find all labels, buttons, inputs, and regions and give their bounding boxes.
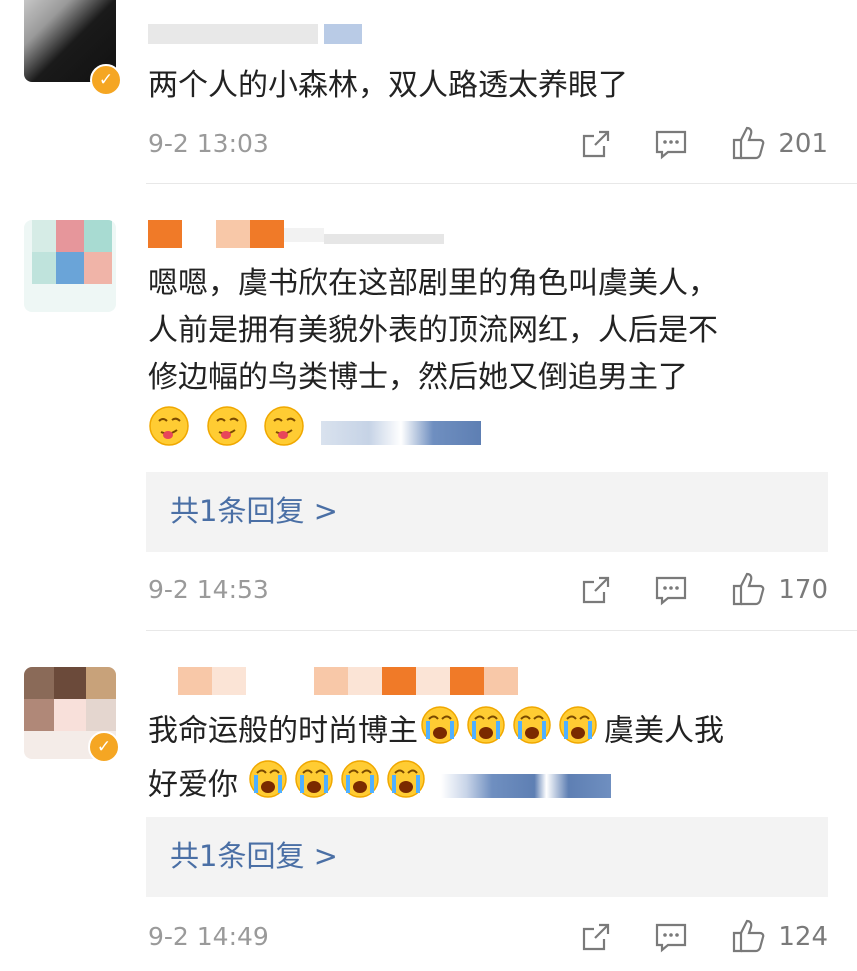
avatar[interactable]: ✓ xyxy=(24,0,122,96)
like-count: 170 xyxy=(778,575,828,605)
comment-icon[interactable] xyxy=(654,128,688,164)
reply-box[interactable]: 共1条回复 > xyxy=(146,472,828,552)
comment-icon[interactable] xyxy=(654,921,688,957)
share-icon[interactable] xyxy=(580,128,612,164)
comment-text: 两个人的小森林，双人路透太养眼了 xyxy=(148,68,628,103)
avatar[interactable]: ✓ xyxy=(24,667,120,763)
like-icon[interactable] xyxy=(730,570,768,612)
verified-badge-icon: ✓ xyxy=(90,64,122,96)
verified-badge-icon: ✓ xyxy=(88,731,120,763)
like-icon[interactable] xyxy=(730,124,768,166)
comment-meta: 9-2 13:03 201 xyxy=(148,124,828,164)
comment-text-line: 人前是拥有美貌外表的顶流网红，人后是不 xyxy=(148,313,718,348)
reply-box[interactable]: 共1条回复 > xyxy=(146,817,828,897)
crying-emoji-icon xyxy=(420,705,460,759)
comment-time: 9-2 13:03 xyxy=(148,129,269,158)
crying-emoji-icon xyxy=(466,705,506,759)
comment-meta: 9-2 14:53 170 xyxy=(148,570,828,610)
blurred-link[interactable] xyxy=(441,774,612,798)
comment-text-line: 修边幅的鸟类博士，然后她又倒追男主了 xyxy=(148,360,688,395)
crying-emoji-icon xyxy=(386,759,426,813)
comment-time: 9-2 14:49 xyxy=(148,922,269,951)
divider xyxy=(146,183,857,184)
crying-emoji-icon xyxy=(558,705,598,759)
share-icon[interactable] xyxy=(580,921,612,957)
like-icon[interactable] xyxy=(730,917,768,959)
reply-count-link[interactable]: 共1条回复 > xyxy=(170,491,338,531)
username-blurred[interactable] xyxy=(148,24,362,52)
comment-text-line: 嗯嗯，虞书欣在这部剧里的角色叫虞美人， xyxy=(148,266,718,301)
comment-icon[interactable] xyxy=(654,574,688,610)
share-icon[interactable] xyxy=(580,574,612,610)
reply-count-link[interactable]: 共1条回复 > xyxy=(170,836,338,876)
crying-emoji-icon xyxy=(340,759,380,813)
comment-text-line: 好爱你 xyxy=(148,767,238,803)
username-blurred[interactable] xyxy=(148,667,518,695)
tongue-emoji-icon xyxy=(206,405,248,461)
crying-emoji-icon xyxy=(512,705,552,759)
comment-text-line: 我命运般的时尚博主 xyxy=(148,713,418,749)
tongue-emoji-icon xyxy=(148,405,190,461)
comment-text: 嗯嗯，虞书欣在这部剧里的角色叫虞美人， 人前是拥有美貌外表的顶流网红，人后是不 … xyxy=(148,260,718,461)
avatar[interactable] xyxy=(24,220,116,312)
tongue-emoji-icon xyxy=(263,405,305,461)
comment-item: ✓ 两个人的小森林，双人路透太养眼了 9-2 13:03 201 xyxy=(0,0,857,190)
blurred-link[interactable] xyxy=(320,421,481,445)
comment-meta: 9-2 14:49 124 xyxy=(148,917,828,957)
crying-emoji-icon xyxy=(248,759,288,813)
comment-text: 我命运般的时尚博主 虞美人我 好爱你 xyxy=(148,705,724,809)
comment-item: ✓ 我命运般的时尚博主 虞美人我 好爱你 共1条回复 > 9-2 14:49 1… xyxy=(0,631,857,971)
comment-text-tail: 虞美人我 xyxy=(604,713,724,749)
like-count: 124 xyxy=(778,922,828,952)
crying-emoji-icon xyxy=(294,759,334,813)
comment-time: 9-2 14:53 xyxy=(148,575,269,604)
like-count: 201 xyxy=(778,129,828,159)
username-blurred[interactable] xyxy=(148,220,444,248)
comment-item: 嗯嗯，虞书欣在这部剧里的角色叫虞美人， 人前是拥有美貌外表的顶流网红，人后是不 … xyxy=(0,190,857,630)
